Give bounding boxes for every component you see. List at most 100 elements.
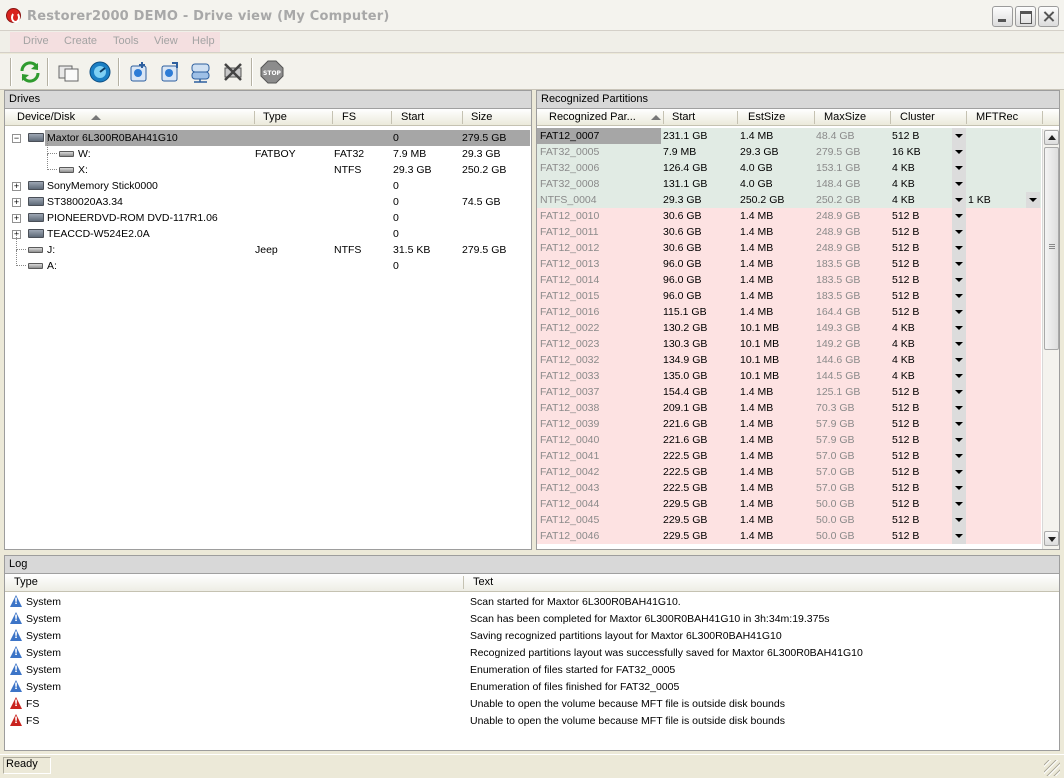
app-logo-icon[interactable] xyxy=(6,8,21,23)
cluster-dropdown-button[interactable] xyxy=(952,352,966,368)
partition-row[interactable]: FAT12_0007 231.1 GB 1.4 MB 48.4 GB 512 B xyxy=(537,128,1041,144)
cluster-dropdown-button[interactable] xyxy=(952,240,966,256)
maximize-button[interactable] xyxy=(1015,6,1036,27)
expand-icon[interactable]: + xyxy=(12,198,21,207)
col-start[interactable]: Start xyxy=(401,111,424,123)
menu-help[interactable]: Help xyxy=(192,35,215,47)
column-divider[interactable] xyxy=(1042,111,1043,124)
cluster-dropdown-button[interactable] xyxy=(952,272,966,288)
log-row[interactable]: System Scan has been completed for Maxtor… xyxy=(5,611,1059,628)
cluster-dropdown-button[interactable] xyxy=(952,400,966,416)
column-divider[interactable] xyxy=(463,576,464,589)
partition-row[interactable]: FAT12_0041 222.5 GB 1.4 MB 57.0 GB 512 B xyxy=(537,448,1041,464)
partition-row[interactable]: FAT12_0042 222.5 GB 1.4 MB 57.0 GB 512 B xyxy=(537,464,1041,480)
cluster-dropdown-button[interactable] xyxy=(952,448,966,464)
scroll-thumb[interactable] xyxy=(1044,147,1059,350)
partition-row[interactable]: FAT12_0011 30.6 GB 1.4 MB 248.9 GB 512 B xyxy=(537,224,1041,240)
partition-row[interactable]: FAT12_0043 222.5 GB 1.4 MB 57.0 GB 512 B xyxy=(537,480,1041,496)
cluster-dropdown-button[interactable] xyxy=(952,304,966,320)
cluster-dropdown-button[interactable] xyxy=(952,160,966,176)
cluster-dropdown-button[interactable] xyxy=(952,336,966,352)
column-divider[interactable] xyxy=(737,111,738,124)
log-row[interactable]: System Scan started for Maxtor 6L300R0BAH… xyxy=(5,594,1059,611)
cancel-icon[interactable] xyxy=(221,60,245,84)
menu-tools[interactable]: Tools xyxy=(113,35,139,47)
column-divider[interactable] xyxy=(254,111,255,124)
resize-grip[interactable] xyxy=(1044,760,1060,776)
menu-create[interactable]: Create xyxy=(64,35,97,47)
column-divider[interactable] xyxy=(332,111,333,124)
minimize-button[interactable] xyxy=(992,6,1013,27)
partition-row[interactable]: FAT12_0014 96.0 GB 1.4 MB 183.5 GB 512 B xyxy=(537,272,1041,288)
partition-row[interactable]: FAT12_0046 229.5 GB 1.4 MB 50.0 GB 512 B xyxy=(537,528,1041,544)
open-file-icon[interactable] xyxy=(127,60,151,84)
cluster-dropdown-button[interactable] xyxy=(952,256,966,272)
partition-row[interactable]: FAT12_0023 130.3 GB 10.1 MB 149.2 GB 4 KB xyxy=(537,336,1041,352)
tree-row[interactable]: X: NTFS 29.3 GB 250.2 GB xyxy=(5,154,531,178)
tree-row[interactable]: + SonyMemory Stick0000 0 xyxy=(5,178,531,194)
cluster-dropdown-button[interactable] xyxy=(952,416,966,432)
log-row[interactable]: System Saving recognized partitions layou… xyxy=(5,628,1059,645)
log-row[interactable]: FS Unable to open the volume because MFT … xyxy=(5,696,1059,713)
menu-drive[interactable]: Drive xyxy=(23,35,49,47)
partition-row[interactable]: FAT12_0037 154.4 GB 1.4 MB 125.1 GB 512 B xyxy=(537,384,1041,400)
column-divider[interactable] xyxy=(890,111,891,124)
col-mftrec[interactable]: MFTRec xyxy=(976,111,1018,123)
tree-row[interactable]: W: FATBOY FAT32 7.9 MB 29.3 GB xyxy=(5,138,531,162)
cluster-dropdown-button[interactable] xyxy=(952,208,966,224)
tree-row[interactable]: + TEACCD-W524E2.0A 0 xyxy=(5,226,531,242)
col-type[interactable]: Type xyxy=(263,111,287,123)
cluster-dropdown-button[interactable] xyxy=(952,480,966,496)
cluster-dropdown-button[interactable] xyxy=(952,192,966,208)
col-cluster[interactable]: Cluster xyxy=(900,111,935,123)
cluster-dropdown-button[interactable] xyxy=(952,288,966,304)
expand-icon[interactable]: + xyxy=(12,214,21,223)
partition-row[interactable]: NTFS_0004 29.3 GB 250.2 GB 250.2 GB 4 KB 1 KB xyxy=(537,192,1041,208)
cluster-dropdown-button[interactable] xyxy=(952,320,966,336)
copy-icon[interactable] xyxy=(57,60,81,84)
cluster-dropdown-button[interactable] xyxy=(952,128,966,144)
tree-row[interactable]: − Maxtor 6L300R0BAH41G10 0 279.5 GB xyxy=(5,130,531,146)
partition-row[interactable]: FAT32_0005 7.9 MB 29.3 GB 279.5 GB 16 KB xyxy=(537,144,1041,160)
partition-row[interactable]: FAT12_0015 96.0 GB 1.4 MB 183.5 GB 512 B xyxy=(537,288,1041,304)
partition-row[interactable]: FAT12_0010 30.6 GB 1.4 MB 248.9 GB 512 B xyxy=(537,208,1041,224)
col-log-text[interactable]: Text xyxy=(473,576,493,588)
log-row[interactable]: System Enumeration of files started for F… xyxy=(5,662,1059,679)
partition-row[interactable]: FAT12_0032 134.9 GB 10.1 MB 144.6 GB 4 KB xyxy=(537,352,1041,368)
scroll-down-button[interactable] xyxy=(1044,531,1059,546)
partition-row[interactable]: FAT12_0013 96.0 GB 1.4 MB 183.5 GB 512 B xyxy=(537,256,1041,272)
network-icon[interactable] xyxy=(189,60,213,84)
partition-row[interactable]: FAT32_0008 131.1 GB 4.0 GB 148.4 GB 4 KB xyxy=(537,176,1041,192)
col-log-type[interactable]: Type xyxy=(14,576,38,588)
cluster-dropdown-button[interactable] xyxy=(952,512,966,528)
cluster-dropdown-button[interactable] xyxy=(952,384,966,400)
partition-row[interactable]: FAT12_0012 30.6 GB 1.4 MB 248.9 GB 512 B xyxy=(537,240,1041,256)
cluster-dropdown-button[interactable] xyxy=(952,432,966,448)
cluster-dropdown-button[interactable] xyxy=(952,144,966,160)
col-size[interactable]: Size xyxy=(471,111,492,123)
col-start[interactable]: Start xyxy=(672,111,695,123)
col-device-disk[interactable]: Device/Disk xyxy=(17,111,75,123)
mftrec-dropdown-button[interactable] xyxy=(1026,192,1040,208)
partition-row[interactable]: FAT12_0022 130.2 GB 10.1 MB 149.3 GB 4 KB xyxy=(537,320,1041,336)
column-divider[interactable] xyxy=(814,111,815,124)
menu-view[interactable]: View xyxy=(154,35,178,47)
cluster-dropdown-button[interactable] xyxy=(952,176,966,192)
scroll-up-button[interactable] xyxy=(1044,130,1059,145)
partition-row[interactable]: FAT12_0040 221.6 GB 1.4 MB 57.9 GB 512 B xyxy=(537,432,1041,448)
log-row[interactable]: System Enumeration of files finished for … xyxy=(5,679,1059,696)
column-divider[interactable] xyxy=(462,111,463,124)
close-button[interactable] xyxy=(1038,6,1059,27)
tree-row[interactable]: + PIONEERDVD-ROM DVD-117R1.06 0 xyxy=(5,210,531,226)
column-divider[interactable] xyxy=(663,111,664,124)
column-divider[interactable] xyxy=(966,111,967,124)
tree-row[interactable]: J: Jeep NTFS 31.5 KB 279.5 GB xyxy=(5,234,531,258)
log-row[interactable]: System Recognized partitions layout was s… xyxy=(5,645,1059,662)
create-image-icon[interactable] xyxy=(158,60,182,84)
col-recognized-partition[interactable]: Recognized Par... xyxy=(549,111,636,123)
partition-row[interactable]: FAT12_0016 115.1 GB 1.4 MB 164.4 GB 512 B xyxy=(537,304,1041,320)
expand-icon[interactable]: + xyxy=(12,182,21,191)
cluster-dropdown-button[interactable] xyxy=(952,528,966,544)
partition-row[interactable]: FAT12_0044 229.5 GB 1.4 MB 50.0 GB 512 B xyxy=(537,496,1041,512)
collapse-icon[interactable]: − xyxy=(12,134,21,143)
